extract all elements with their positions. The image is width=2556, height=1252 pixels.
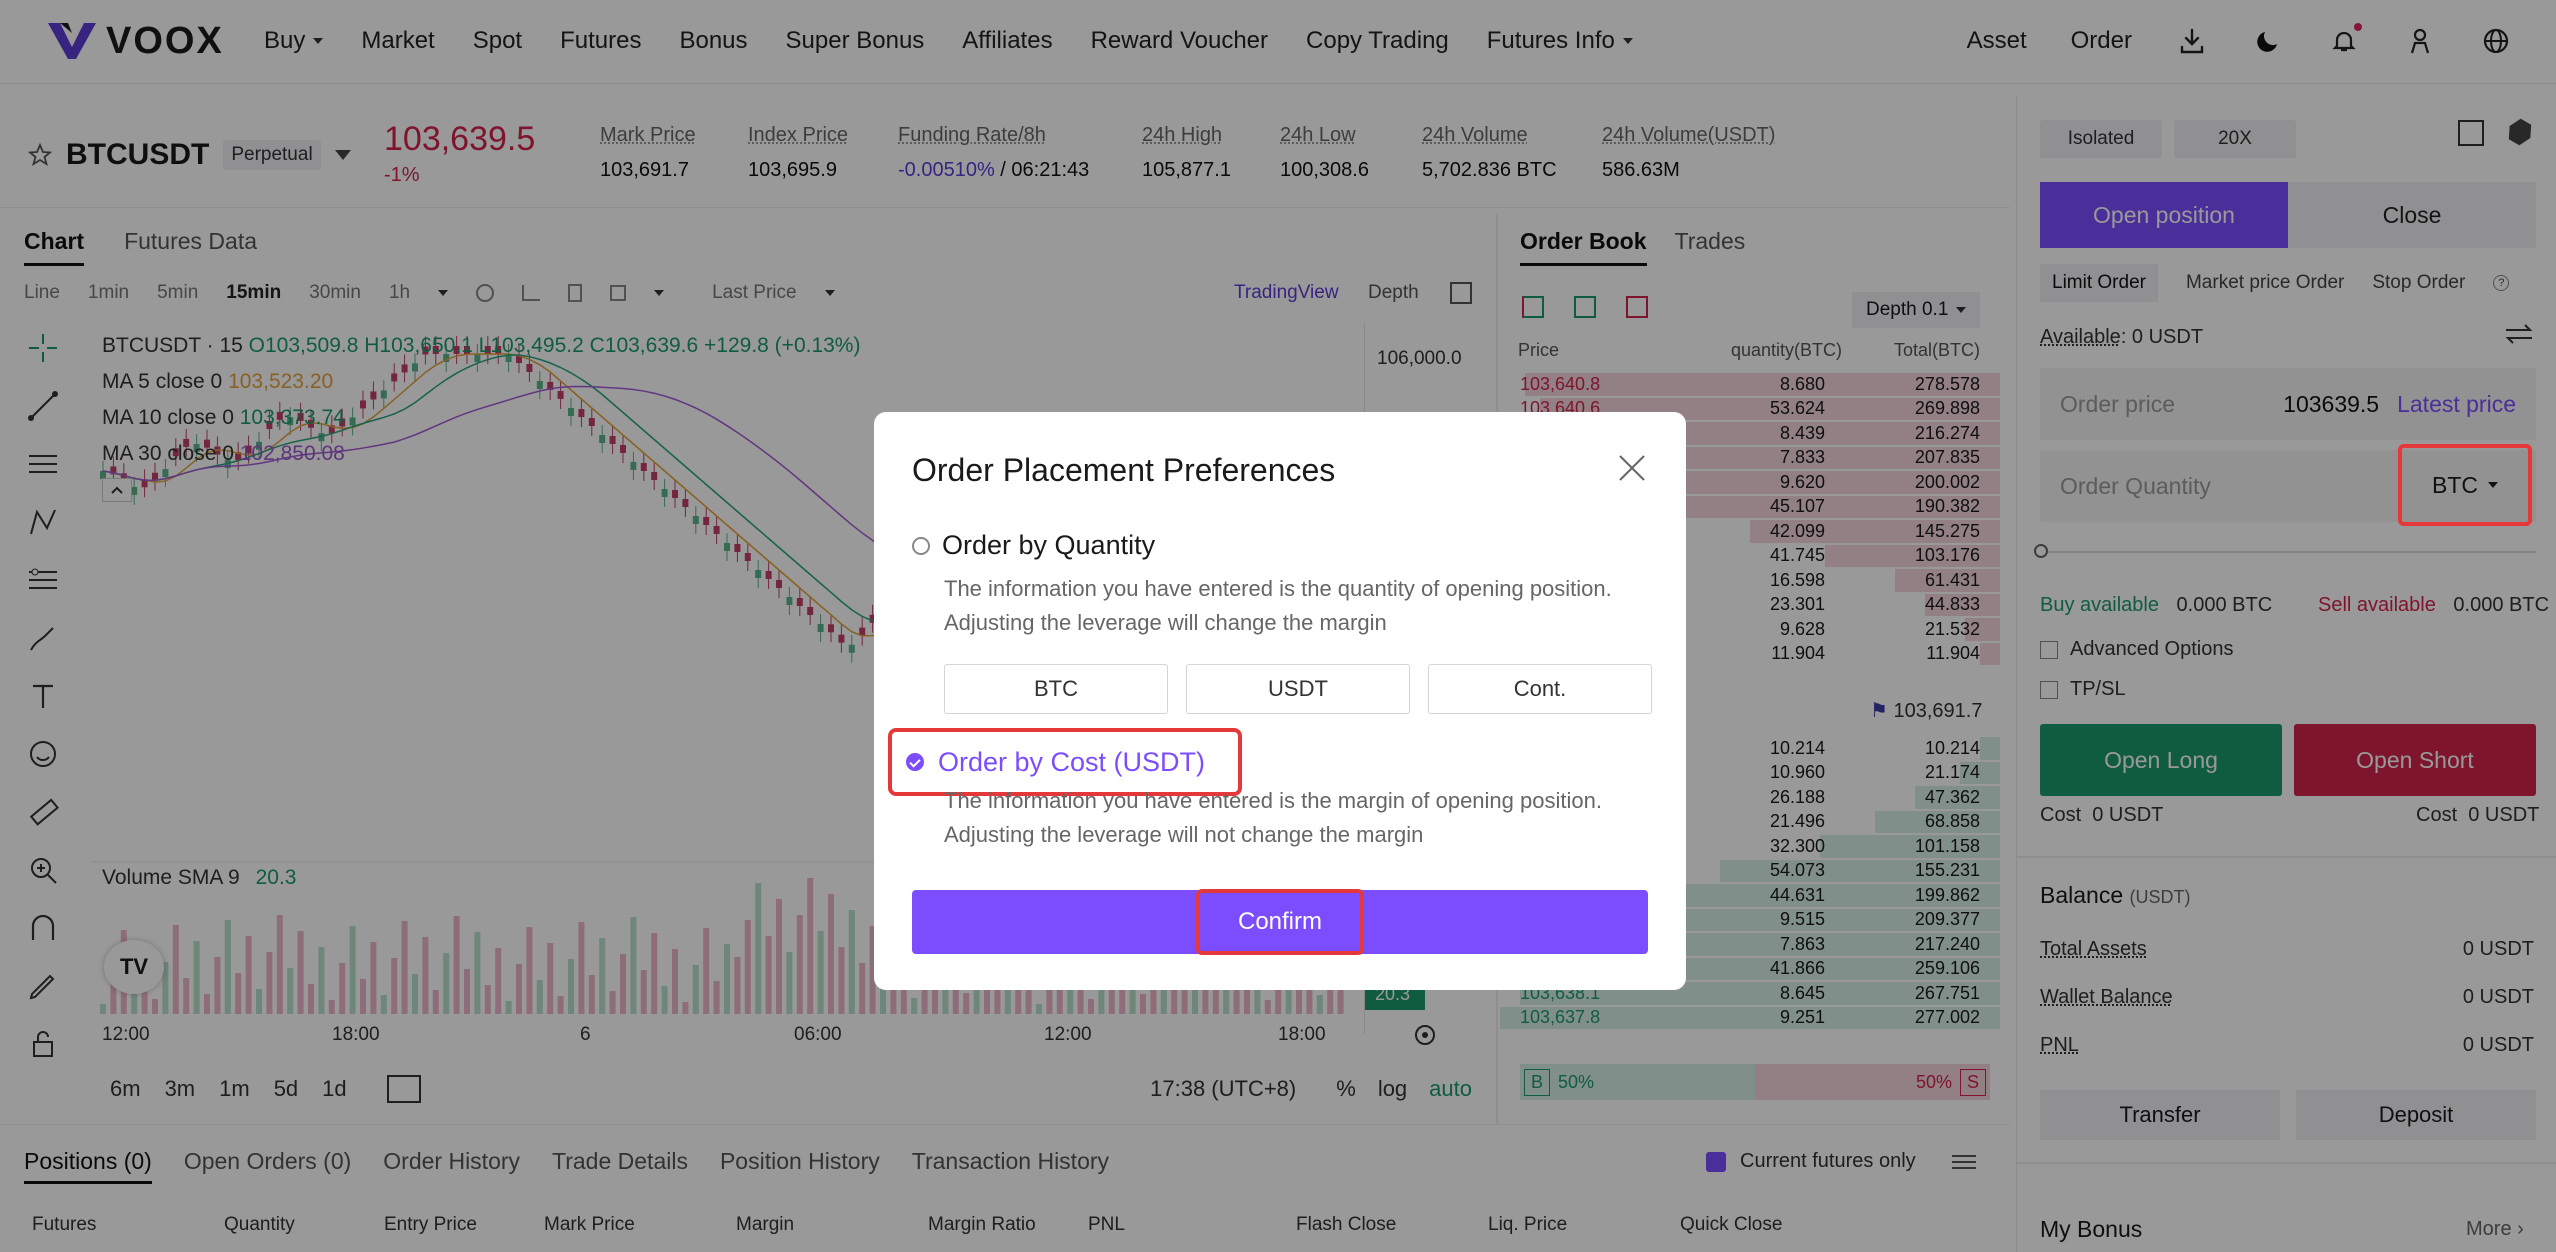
unit-usdt-button[interactable]: USDT — [1186, 664, 1410, 714]
modal-title: Order Placement Preferences — [912, 452, 1336, 488]
confirm-label: Confirm — [1196, 889, 1364, 955]
cost-radio-checked[interactable] — [906, 753, 924, 771]
option-quantity-desc: The information you have entered is the … — [944, 576, 1612, 635]
unit-btc-button[interactable]: BTC — [944, 664, 1168, 714]
quantity-radio[interactable] — [912, 536, 930, 555]
unit-cont-button[interactable]: Cont. — [1428, 664, 1652, 714]
unit-buttons: BTC USDT Cont. — [944, 664, 1652, 714]
option-cost-label: Order by Cost (USDT) — [938, 746, 1206, 777]
order-preferences-modal: Order Placement Preferences Order by Qua… — [874, 412, 1686, 990]
close-icon[interactable] — [1616, 452, 1648, 484]
option-order-by-quantity[interactable]: Order by Quantity — [912, 530, 1155, 561]
confirm-button[interactable]: Confirm — [912, 889, 1648, 955]
quantity-unit-select[interactable]: BTC — [2398, 444, 2532, 526]
quantity-unit-value: BTC — [2432, 471, 2478, 498]
option-quantity-label: Order by Quantity — [942, 530, 1156, 560]
option-cost-desc: The information you have entered is the … — [944, 788, 1602, 847]
quantity-unit-caret-icon — [2488, 482, 2498, 488]
